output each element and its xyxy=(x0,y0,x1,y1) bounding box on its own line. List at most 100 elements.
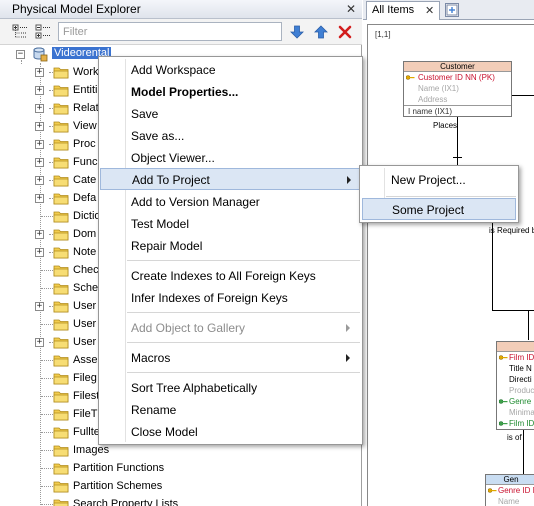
expand-toggle-icon[interactable]: + xyxy=(35,302,44,311)
tree-connector xyxy=(41,504,53,505)
folder-icon xyxy=(53,66,69,79)
tree-item-label: Fileg xyxy=(73,372,97,384)
explorer-title: Physical Model Explorer xyxy=(12,2,141,16)
tree-item-label: Work xyxy=(73,66,99,78)
menu-item-save[interactable]: Save xyxy=(100,103,361,125)
tree-item[interactable]: Partition Schemes xyxy=(0,478,362,496)
expand-toggle-icon[interactable]: + xyxy=(35,338,44,347)
entity-customer-title: Customer xyxy=(404,62,511,72)
expand-toggle-icon[interactable]: + xyxy=(35,86,44,95)
submenu-item-new-project[interactable]: New Project... xyxy=(362,169,516,191)
tree-item-label: FileT xyxy=(73,408,98,420)
menu-item-sort-tree[interactable]: Sort Tree Alphabetically xyxy=(100,377,361,399)
expand-toggle-icon[interactable]: + xyxy=(35,194,44,203)
collapse-all-icon[interactable] xyxy=(34,23,52,41)
entity-film[interactable]: Film ID Title N Directi Produc Genre I M… xyxy=(496,341,534,430)
folder-icon xyxy=(53,300,69,313)
add-to-project-submenu: New Project... Some Project xyxy=(359,165,519,223)
folder-icon xyxy=(53,210,69,223)
tree-item-label: Dictio xyxy=(73,210,101,222)
diagram-panel: All Items ✕ [1,1] Customer Customer ID N… xyxy=(363,0,534,506)
primary-key-icon xyxy=(499,355,508,360)
tree-item-label: Cate xyxy=(73,174,97,186)
folder-icon xyxy=(53,318,69,331)
menu-item-infer-indexes[interactable]: Infer Indexes of Foreign Keys xyxy=(100,287,361,309)
tree-item-label: Func xyxy=(73,156,98,168)
menu-item-object-viewer[interactable]: Object Viewer... xyxy=(100,147,361,169)
menu-separator xyxy=(127,372,360,373)
entity-row: Film ID xyxy=(497,418,534,429)
expand-toggle-icon[interactable]: + xyxy=(35,158,44,167)
arrow-up-icon[interactable] xyxy=(312,23,330,41)
foreign-key-icon xyxy=(499,421,508,426)
expand-all-icon[interactable] xyxy=(11,23,29,41)
entity-row: Genre ID N xyxy=(486,485,534,496)
menu-item-add-workspace[interactable]: Add Workspace xyxy=(100,59,361,81)
entity-index-row: I name (IX1) xyxy=(404,105,511,116)
menu-item-close-model[interactable]: Close Model xyxy=(100,421,361,443)
menu-separator xyxy=(386,196,516,197)
tree-connector xyxy=(41,360,53,361)
tab-all-items[interactable]: All Items ✕ xyxy=(366,1,440,20)
filter-input[interactable] xyxy=(59,23,281,40)
entity-genre[interactable]: Gen Genre ID N Name xyxy=(485,474,534,506)
folder-icon xyxy=(53,354,69,367)
relationship-line xyxy=(512,95,534,96)
menu-item-test-model[interactable]: Test Model xyxy=(100,213,361,235)
relationship-label-is-of: is of xyxy=(507,433,522,442)
menu-item-rename[interactable]: Rename xyxy=(100,399,361,421)
tab-all-items-label: All Items xyxy=(372,4,415,16)
folder-icon xyxy=(53,228,69,241)
expand-toggle-icon[interactable]: + xyxy=(35,140,44,149)
tree-connector xyxy=(41,288,53,289)
tree-item-label: Relat xyxy=(73,102,99,114)
tree-connector xyxy=(41,270,53,271)
folder-icon xyxy=(53,120,69,133)
tree-connector xyxy=(41,432,53,433)
relationship-label-places: Places xyxy=(433,121,458,130)
tree-item[interactable]: Partition Functions xyxy=(0,460,362,478)
folder-icon xyxy=(53,480,69,493)
menu-item-model-properties[interactable]: Model Properties... xyxy=(100,81,361,103)
entity-row: Produc xyxy=(509,386,534,395)
tree-connector xyxy=(41,468,53,469)
delete-icon[interactable] xyxy=(336,23,354,41)
expand-toggle-icon[interactable]: + xyxy=(35,104,44,113)
menu-item-add-to-version-manager[interactable]: Add to Version Manager xyxy=(100,191,361,213)
folder-icon xyxy=(53,156,69,169)
expand-toggle-icon[interactable]: + xyxy=(35,68,44,77)
entity-row: Address xyxy=(418,95,448,104)
menu-item-repair-model[interactable]: Repair Model xyxy=(100,235,361,257)
expand-toggle-icon[interactable]: + xyxy=(35,248,44,257)
expand-toggle-icon[interactable]: + xyxy=(35,230,44,239)
submenu-item-some-project[interactable]: Some Project xyxy=(362,198,516,220)
menu-item-add-to-project[interactable]: Add To Project xyxy=(100,168,361,190)
arrow-down-icon[interactable] xyxy=(288,23,306,41)
tree-connector xyxy=(41,414,53,415)
entity-customer[interactable]: Customer Customer ID NN (PK) Name (IX1) … xyxy=(403,61,512,117)
tree-item[interactable]: Search Property Lists xyxy=(0,496,362,506)
tree-item-label: User xyxy=(73,300,97,312)
tree-item-label: Dom xyxy=(73,228,97,240)
menu-item-macros[interactable]: Macros xyxy=(100,347,361,369)
expand-toggle-icon[interactable]: + xyxy=(35,122,44,131)
expand-toggle-icon[interactable]: + xyxy=(35,176,44,185)
folder-icon xyxy=(53,102,69,115)
tree-connector xyxy=(41,396,53,397)
entity-row: Customer ID NN (PK) xyxy=(404,72,511,83)
menu-item-save-as[interactable]: Save as... xyxy=(100,125,361,147)
filter-field[interactable] xyxy=(58,22,282,41)
diagram-tabbar: All Items ✕ xyxy=(363,0,534,20)
collapse-toggle-icon[interactable]: − xyxy=(16,50,25,59)
folder-icon xyxy=(53,84,69,97)
entity-row: Title N xyxy=(509,364,532,373)
tree-connector xyxy=(41,216,53,217)
tab-close-icon[interactable]: ✕ xyxy=(425,4,434,17)
add-tab-icon[interactable] xyxy=(445,3,459,17)
zoom-indicator: [1,1] xyxy=(375,30,391,39)
tree-item-label: Partition Functions xyxy=(73,462,165,474)
relationship-line xyxy=(523,430,524,474)
tree-item-label: Fullte xyxy=(73,426,100,438)
menu-item-create-indexes[interactable]: Create Indexes to All Foreign Keys xyxy=(100,265,361,287)
explorer-close-icon[interactable]: ✕ xyxy=(344,2,358,16)
